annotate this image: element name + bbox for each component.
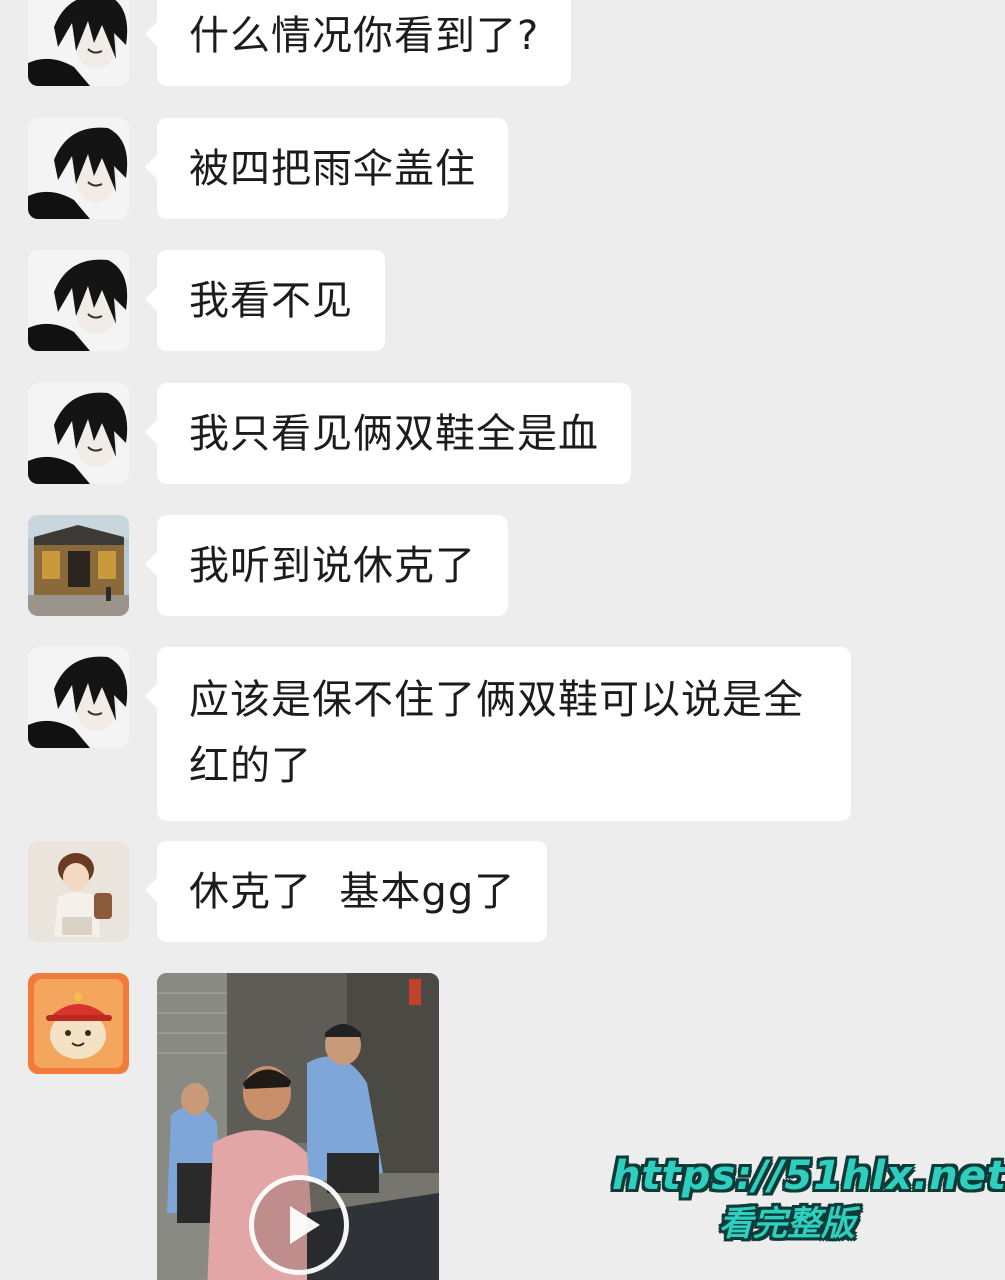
avatar-dark-hair[interactable] <box>28 0 129 86</box>
message-text-line: 红的了 <box>189 743 312 789</box>
watermark: https://51hlx.net 看完整版 <box>612 1150 1005 1246</box>
message-text: 我听到说休克了 <box>189 543 476 589</box>
avatar-dark-hair[interactable] <box>28 118 129 219</box>
message-bubble[interactable]: 我听到说休克了 <box>145 515 508 616</box>
play-icon <box>290 1206 320 1244</box>
message-text: 我看不见 <box>189 278 353 324</box>
message-text: 被四把雨伞盖住 <box>189 146 476 192</box>
play-button[interactable] <box>249 1175 349 1275</box>
chat-message-list[interactable]: 什么情况你看到了? 被四把雨伞盖住 我看不见 我只看见俩双鞋全是血 我听到说休克… <box>0 0 1005 1280</box>
message-text: 我只看见俩双鞋全是血 <box>189 411 599 457</box>
message-bubble[interactable]: 被四把雨伞盖住 <box>145 118 508 219</box>
message-bubble[interactable]: 什么情况你看到了? <box>144 0 572 86</box>
message-bubble[interactable]: 应该是保不住了俩双鞋可以说是全 红的了 <box>145 647 851 821</box>
watermark-url: https://51hlx.net <box>612 1153 1005 1199</box>
avatar-dark-hair[interactable] <box>28 250 129 351</box>
cartoon-boy-with-backpack-icon <box>28 841 129 942</box>
avatar-puppy-sticker[interactable] <box>28 973 129 1074</box>
dark-hair-anime-avatar-icon <box>28 647 129 748</box>
message-bubble[interactable]: 休克了 基本gg了 <box>144 841 548 942</box>
message-bubble[interactable]: 我只看见俩双鞋全是血 <box>145 383 631 484</box>
video-message[interactable] <box>157 973 439 1280</box>
temple-building-photo-icon <box>28 515 129 616</box>
dark-hair-anime-avatar-icon <box>28 0 129 86</box>
avatar-temple-photo[interactable] <box>28 515 129 616</box>
dark-hair-anime-avatar-icon <box>28 250 129 351</box>
avatar-dark-hair[interactable] <box>28 383 129 484</box>
watermark-cta: 看完整版 <box>719 1204 855 1244</box>
message-text-line: 应该是保不住了俩双鞋可以说是全 <box>189 677 804 723</box>
dark-hair-anime-avatar-icon <box>28 383 129 484</box>
message-text: 什么情况你看到了? <box>189 13 540 59</box>
dark-hair-anime-avatar-icon <box>28 118 129 219</box>
message-bubble[interactable]: 我看不见 <box>145 250 385 351</box>
avatar-dark-hair[interactable] <box>28 647 129 748</box>
avatar-cartoon-boy[interactable] <box>28 841 129 942</box>
message-text: 休克了 基本gg了 <box>189 869 516 915</box>
red-hat-puppy-sticker-icon <box>28 973 129 1074</box>
